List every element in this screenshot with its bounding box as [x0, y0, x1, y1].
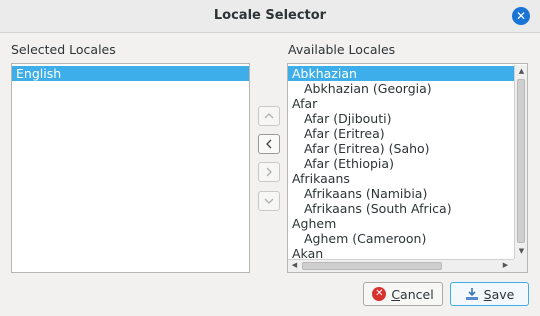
move-down-button[interactable] [258, 191, 280, 211]
scroll-corner [514, 259, 527, 272]
save-button-label: Save [483, 286, 515, 302]
cancel-button[interactable]: ✕ Cancel [363, 282, 443, 306]
selected-locales-list[interactable]: English [11, 63, 250, 273]
window-title: Locale Selector [213, 8, 327, 23]
available-locales-list[interactable]: Abkhazian Abkhazian (Georgia) Afar Afar (Dj… [287, 63, 528, 273]
title-bar: Locale Selector ✕ [0, 0, 540, 33]
chevron-left-icon [266, 139, 272, 149]
list-item[interactable]: Afar (Ethiopia) [288, 156, 527, 171]
vertical-scrollbar[interactable]: ▲ ▼ [514, 65, 527, 259]
list-item[interactable]: Abkhazian (Georgia) [288, 81, 527, 96]
chevron-down-icon [264, 198, 274, 204]
list-item[interactable]: Aghem (Cameroon) [288, 231, 527, 246]
horizontal-scroll-thumb[interactable] [302, 262, 442, 270]
scroll-down-icon[interactable]: ▼ [516, 246, 527, 257]
save-icon [465, 288, 478, 300]
list-item[interactable]: Afar [288, 96, 527, 111]
move-left-button[interactable] [258, 134, 280, 154]
list-item[interactable]: Afrikaans (South Africa) [288, 201, 527, 216]
list-item[interactable]: Aghem [288, 216, 527, 231]
move-right-button[interactable] [258, 162, 280, 182]
close-button[interactable]: ✕ [512, 7, 530, 25]
list-item[interactable]: Afar (Eritrea) [288, 126, 527, 141]
scroll-left-icon[interactable]: ◀ [289, 260, 300, 271]
move-up-button[interactable] [258, 106, 280, 126]
chevron-up-icon [264, 113, 274, 119]
scroll-up-icon[interactable]: ▲ [516, 66, 527, 77]
available-locales-label: Available Locales [288, 42, 396, 57]
save-button[interactable]: Save [450, 282, 529, 306]
close-icon: ✕ [515, 9, 527, 23]
selected-locales-label: Selected Locales [11, 42, 116, 57]
cancel-button-label: Cancel [391, 286, 434, 302]
cancel-icon: ✕ [372, 287, 387, 301]
list-item[interactable]: English [12, 66, 249, 81]
horizontal-scrollbar[interactable]: ◀ ▶ [288, 259, 514, 272]
list-item[interactable]: Afar (Eritrea) (Saho) [288, 141, 527, 156]
list-item[interactable]: Afrikaans (Namibia) [288, 186, 527, 201]
list-item[interactable]: Abkhazian [288, 66, 527, 81]
scroll-right-icon[interactable]: ▶ [500, 260, 511, 271]
list-item[interactable]: Afrikaans [288, 171, 527, 186]
vertical-scroll-thumb[interactable] [517, 79, 525, 243]
list-item[interactable]: Afar (Djibouti) [288, 111, 527, 126]
chevron-right-icon [266, 167, 272, 177]
